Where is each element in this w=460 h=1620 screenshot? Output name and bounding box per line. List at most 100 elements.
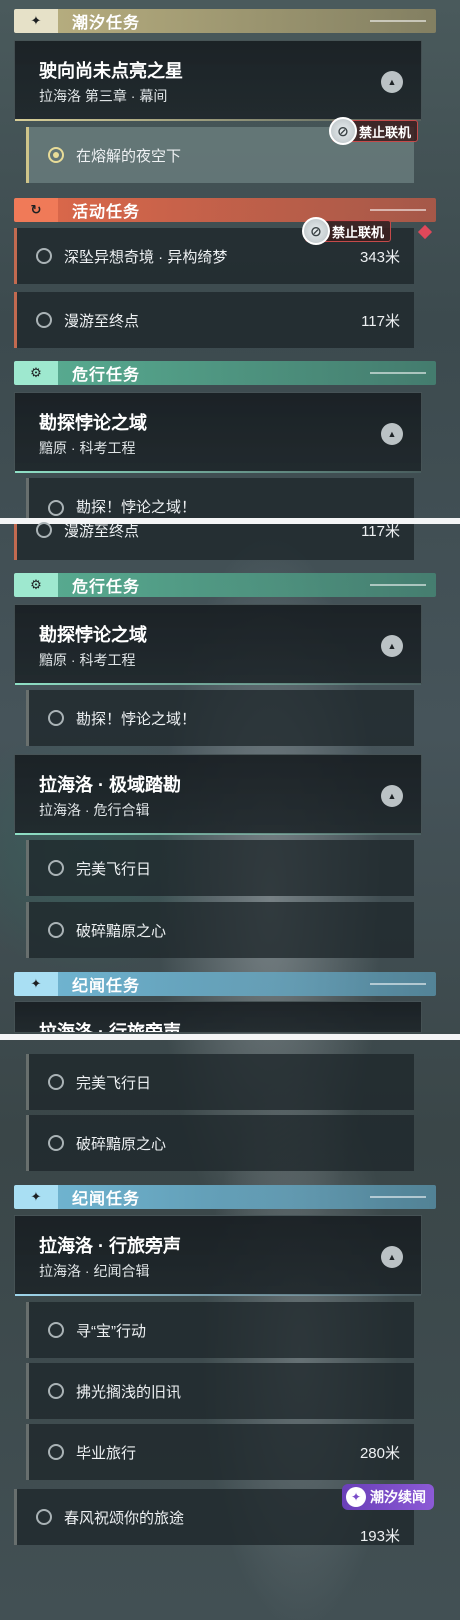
header-decoration bbox=[370, 983, 426, 985]
subtask-row[interactable]: 勘探！悖论之域！ bbox=[26, 690, 414, 746]
collapse-icon[interactable]: ▲ bbox=[381, 423, 403, 445]
category-label: 活动任务 bbox=[72, 204, 141, 221]
subtask-row[interactable]: 寻“宝”行动 bbox=[26, 1302, 414, 1358]
subtask-name: 勘探！悖论之域！ bbox=[76, 710, 197, 728]
gear-icon: ⚙ bbox=[30, 365, 42, 380]
subtask-name: 深坠异想奇境 · 异构绮梦 bbox=[64, 248, 228, 266]
collapse-icon[interactable]: ▲ bbox=[381, 1246, 403, 1268]
subtask-row[interactable]: 毕业旅行 280米 bbox=[26, 1424, 414, 1480]
tracked-radio-icon[interactable] bbox=[48, 147, 64, 163]
row-accent-bar bbox=[26, 840, 29, 896]
subtask-row[interactable]: 拂光搁浅的旧讯 bbox=[26, 1363, 414, 1419]
quest-card-danger-main[interactable]: 勘探悖论之域 黯原 · 科考工程 ▲ bbox=[14, 604, 422, 685]
distance-label: 343米 bbox=[359, 248, 400, 266]
quest-title: 拉海洛 · 行旅旁声 bbox=[39, 1236, 181, 1256]
quest-subtitle: 拉海洛 第三章 · 幕间 bbox=[39, 88, 168, 104]
quest-card-danger-second[interactable]: 拉海洛 · 极域踏勘 拉海洛 · 危行合辑 ▲ bbox=[14, 754, 422, 835]
subtask-name: 破碎黯原之心 bbox=[76, 922, 167, 940]
category-header-danger[interactable]: ⚙ 危行任务 bbox=[14, 573, 436, 597]
subtask-name: 毕业旅行 bbox=[76, 1444, 137, 1462]
subtask-name: 完美飞行日 bbox=[76, 860, 152, 878]
row-accent-bar bbox=[26, 1115, 29, 1171]
header-decoration bbox=[370, 20, 426, 22]
collapse-icon[interactable]: ▲ bbox=[381, 635, 403, 657]
subtask-name: 漫游至终点 bbox=[64, 523, 140, 540]
distance-label: 117米 bbox=[361, 523, 400, 540]
radio-icon[interactable] bbox=[36, 248, 52, 264]
quest-card-danger-main[interactable]: 勘探悖论之域 黯原 · 科考工程 ▲ bbox=[14, 392, 422, 473]
row-accent-bar bbox=[26, 1363, 29, 1419]
alert-diamond-icon bbox=[417, 224, 433, 240]
category-label: 潮汐任务 bbox=[72, 15, 141, 32]
category-header-event[interactable]: ↻ 活动任务 bbox=[14, 198, 436, 222]
category-header-danger[interactable]: ⚙ 危行任务 bbox=[14, 361, 436, 385]
subtask-row-partial[interactable]: 勘探！悖论之域！ bbox=[26, 478, 414, 518]
header-decoration bbox=[370, 584, 426, 586]
no-coop-icon: ⊘ bbox=[329, 117, 357, 145]
quest-title: 勘探悖论之域 bbox=[39, 413, 147, 433]
subtask-name: 完美飞行日 bbox=[76, 1074, 152, 1092]
row-accent-bar bbox=[26, 1054, 29, 1110]
tide-story-tag: ✦ 潮汐续闻 bbox=[342, 1484, 434, 1510]
radio-icon[interactable] bbox=[36, 522, 52, 538]
category-label: 危行任务 bbox=[72, 367, 141, 384]
header-decoration bbox=[370, 1196, 426, 1198]
header-decoration bbox=[370, 372, 426, 374]
card-underline bbox=[15, 1294, 421, 1296]
badge-label: 禁止联机 bbox=[359, 124, 412, 140]
header-decoration bbox=[370, 209, 426, 211]
category-header-tide[interactable]: ✦ 潮汐任务 bbox=[14, 9, 436, 33]
quest-card-tide-main[interactable]: 驶向尚未点亮之星 拉海洛 第三章 · 幕间 ▲ bbox=[14, 40, 422, 121]
screenshot-seam bbox=[0, 1034, 460, 1040]
row-accent-bar bbox=[26, 690, 29, 746]
subtask-name: 破碎黯原之心 bbox=[76, 1135, 167, 1153]
refresh-icon: ↻ bbox=[30, 202, 42, 217]
category-label: 纪闻任务 bbox=[72, 978, 141, 995]
row-accent-bar bbox=[14, 1489, 17, 1545]
no-coop-badge: ⊘ 禁止联机 bbox=[329, 117, 419, 145]
radio-icon[interactable] bbox=[48, 710, 64, 726]
subtask-row[interactable]: 破碎黯原之心 bbox=[26, 902, 414, 958]
sparkle-icon: ✦ bbox=[30, 13, 42, 28]
subtask-row[interactable]: 完美飞行日 bbox=[26, 1054, 414, 1110]
quest-card-lore-partial[interactable]: 拉海洛 · 行旅旁声 bbox=[14, 1001, 422, 1033]
radio-icon[interactable] bbox=[48, 922, 64, 938]
quest-title: 拉海洛 · 行旅旁声 bbox=[39, 1022, 181, 1033]
row-accent-bar bbox=[14, 524, 17, 560]
distance-label: 193米 bbox=[359, 1528, 400, 1545]
row-accent-bar bbox=[26, 1302, 29, 1358]
subtask-row[interactable]: 破碎黯原之心 bbox=[26, 1115, 414, 1171]
badge-label: 禁止联机 bbox=[332, 224, 385, 240]
distance-label: 280米 bbox=[359, 1444, 400, 1462]
radio-icon[interactable] bbox=[48, 860, 64, 876]
collapse-icon[interactable]: ▲ bbox=[381, 785, 403, 807]
subtask-name: 漫游至终点 bbox=[64, 312, 140, 330]
quest-subtitle: 拉海洛 · 危行合辑 bbox=[39, 802, 150, 818]
subtask-row-event[interactable]: 漫游至终点 117米 bbox=[14, 292, 414, 348]
no-coop-icon: ⊘ bbox=[302, 217, 330, 245]
row-accent-bar bbox=[26, 902, 29, 958]
row-accent-bar bbox=[26, 127, 29, 183]
subtask-name: 勘探！悖论之域！ bbox=[76, 499, 197, 516]
subtask-name: 拂光搁浅的旧讯 bbox=[76, 1383, 182, 1401]
radio-icon[interactable] bbox=[48, 1135, 64, 1151]
radio-icon[interactable] bbox=[48, 500, 64, 516]
radio-icon[interactable] bbox=[48, 1074, 64, 1090]
category-header-lore[interactable]: ✦ 纪闻任务 bbox=[14, 1185, 436, 1209]
collapse-icon[interactable]: ▲ bbox=[381, 71, 403, 93]
quest-subtitle: 拉海洛 · 纪闻合辑 bbox=[39, 1263, 150, 1279]
tag-label: 潮汐续闻 bbox=[370, 1489, 426, 1505]
radio-icon[interactable] bbox=[36, 312, 52, 328]
category-header-lore[interactable]: ✦ 纪闻任务 bbox=[14, 972, 436, 996]
subtask-row[interactable]: 完美飞行日 bbox=[26, 840, 414, 896]
quest-title: 勘探悖论之域 bbox=[39, 625, 147, 645]
radio-icon[interactable] bbox=[48, 1444, 64, 1460]
row-accent-bar bbox=[26, 478, 29, 518]
radio-icon[interactable] bbox=[48, 1322, 64, 1338]
radio-icon[interactable] bbox=[48, 1383, 64, 1399]
gear-icon: ⚙ bbox=[30, 577, 42, 592]
row-accent-bar bbox=[26, 1424, 29, 1480]
quest-card-lore-main[interactable]: 拉海洛 · 行旅旁声 拉海洛 · 纪闻合辑 ▲ bbox=[14, 1215, 422, 1296]
radio-icon[interactable] bbox=[36, 1509, 52, 1525]
subtask-row-event-partial[interactable]: 漫游至终点 117米 bbox=[14, 522, 414, 560]
